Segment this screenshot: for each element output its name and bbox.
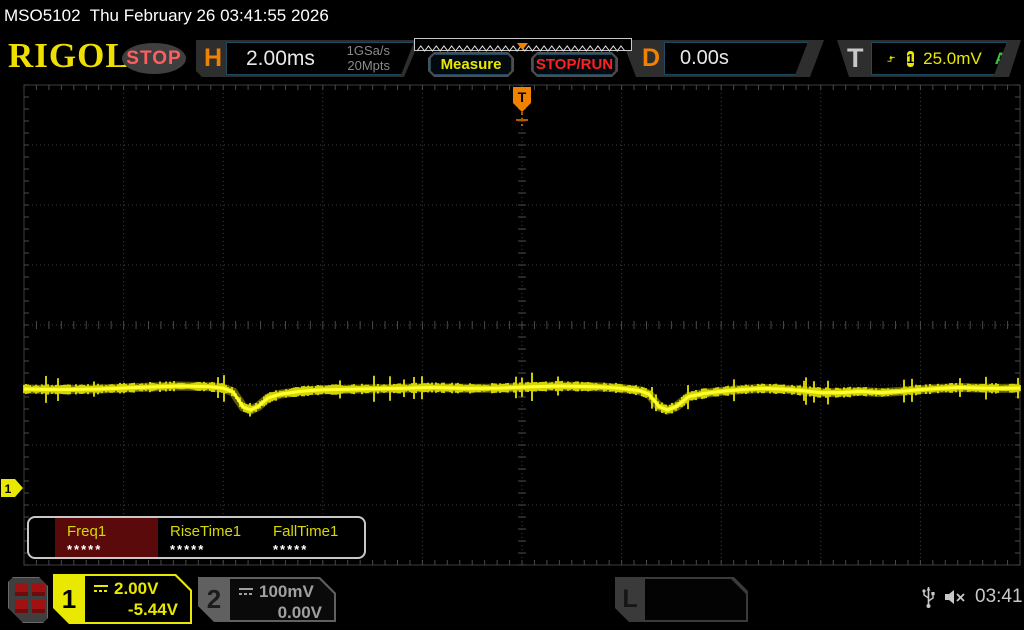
stop-run-button[interactable]: STOP/RUN [531,52,618,77]
channel-1-box[interactable]: 1 2.00V -5.44V [53,574,192,624]
dc-coupling-icon [238,587,254,597]
measure-button-label: Measure [430,54,512,75]
channel-1-scale: 2.00V [114,579,159,598]
preview-waveform-icon [416,43,626,52]
svg-text:T: T [518,89,527,105]
status-clock: 03:41 [975,586,1023,607]
measure-button[interactable]: Measure [428,52,514,77]
measurement-panel[interactable]: Freq1 ***** RiseTime1 ***** FallTime1 **… [27,516,366,559]
oscilloscope-screen: MSO5102 Thu February 26 03:41:55 2026 RI… [0,0,1024,630]
svg-text:1: 1 [5,482,12,496]
usb-icon [922,587,935,608]
channel-1-offset: -5.44V [127,600,178,619]
measurement-item-freq1[interactable]: Freq1 ***** [55,518,158,557]
channel-2-offset: 0.00V [277,603,322,622]
channel-1-ground-marker: 1 [1,479,23,497]
dc-coupling-icon [93,584,109,594]
muted-speaker-icon [945,590,965,604]
trigger-position-marker: T [513,87,531,112]
channel-2-box[interactable]: 2 100mV 0.00V [198,577,336,622]
logic-channels-box[interactable]: L 0 1 2 3 4 5 6 7 8 9 10 11 12 13 14 15 [615,577,748,622]
channel-2-scale: 100mV [259,582,314,601]
measurement-item-falltime1[interactable]: FallTime1 ***** [261,518,364,557]
acquisition-preview-bar[interactable] [414,38,632,52]
status-tray: 03:41 [922,585,1023,609]
measurement-item-risetime1[interactable]: RiseTime1 ***** [158,518,261,557]
stop-run-button-label: STOP/RUN [533,54,616,75]
